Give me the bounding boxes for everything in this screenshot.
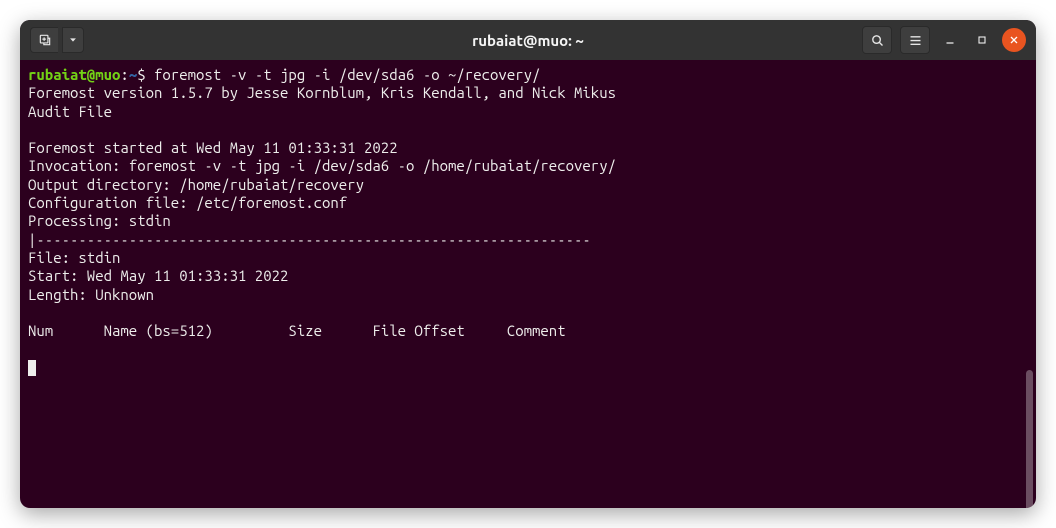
- output-line: Audit File: [28, 103, 112, 120]
- command-text: foremost -v -t jpg -i /dev/sda6 -o ~/rec…: [154, 66, 540, 83]
- terminal-window: rubaiat@muo: ~: [20, 20, 1036, 508]
- titlebar-right-controls: [862, 26, 1026, 54]
- output-line: Processing: stdin: [28, 212, 171, 229]
- maximize-button[interactable]: [970, 28, 994, 52]
- output-line: Configuration file: /etc/foremost.conf: [28, 194, 347, 211]
- output-header: Num Name (bs=512) Size File Offset Comme…: [28, 322, 574, 339]
- search-button[interactable]: [862, 26, 892, 54]
- minimize-button[interactable]: [938, 28, 962, 52]
- menu-button[interactable]: [900, 26, 930, 54]
- chevron-down-icon: [68, 35, 78, 45]
- output-line: Foremost version 1.5.7 by Jesse Kornblum…: [28, 84, 616, 101]
- new-tab-icon: [38, 33, 52, 47]
- search-icon: [870, 33, 885, 48]
- output-line: File: stdin: [28, 249, 120, 266]
- minimize-icon: [944, 34, 956, 46]
- output-line: [28, 304, 36, 321]
- hamburger-icon: [908, 33, 923, 48]
- titlebar: rubaiat@muo: ~: [20, 20, 1036, 60]
- output-line: |---------------------------------------…: [28, 231, 591, 248]
- prompt-dollar: $: [137, 66, 154, 83]
- close-button[interactable]: [1002, 28, 1026, 52]
- output-line: Invocation: foremost -v -t jpg -i /dev/s…: [28, 157, 616, 174]
- titlebar-left-controls: [30, 27, 84, 53]
- output-line: Output directory: /home/rubaiat/recovery: [28, 176, 364, 193]
- output-line: Length: Unknown: [28, 286, 154, 303]
- maximize-icon: [976, 34, 988, 46]
- close-icon: [1008, 34, 1020, 46]
- output-line: Start: Wed May 11 01:33:31 2022: [28, 267, 288, 284]
- prompt-userhost: rubaiat@muo: [28, 66, 120, 83]
- terminal-body[interactable]: rubaiat@muo:~$ foremost -v -t jpg -i /de…: [20, 60, 1036, 508]
- prompt-path: ~: [129, 66, 137, 83]
- tab-dropdown-button[interactable]: [62, 27, 84, 53]
- output-line: Foremost started at Wed May 11 01:33:31 …: [28, 139, 398, 156]
- prompt-sep: :: [120, 66, 128, 83]
- terminal-cursor: [28, 360, 36, 376]
- scrollbar-thumb[interactable]: [1026, 370, 1033, 508]
- new-tab-button[interactable]: [30, 27, 58, 53]
